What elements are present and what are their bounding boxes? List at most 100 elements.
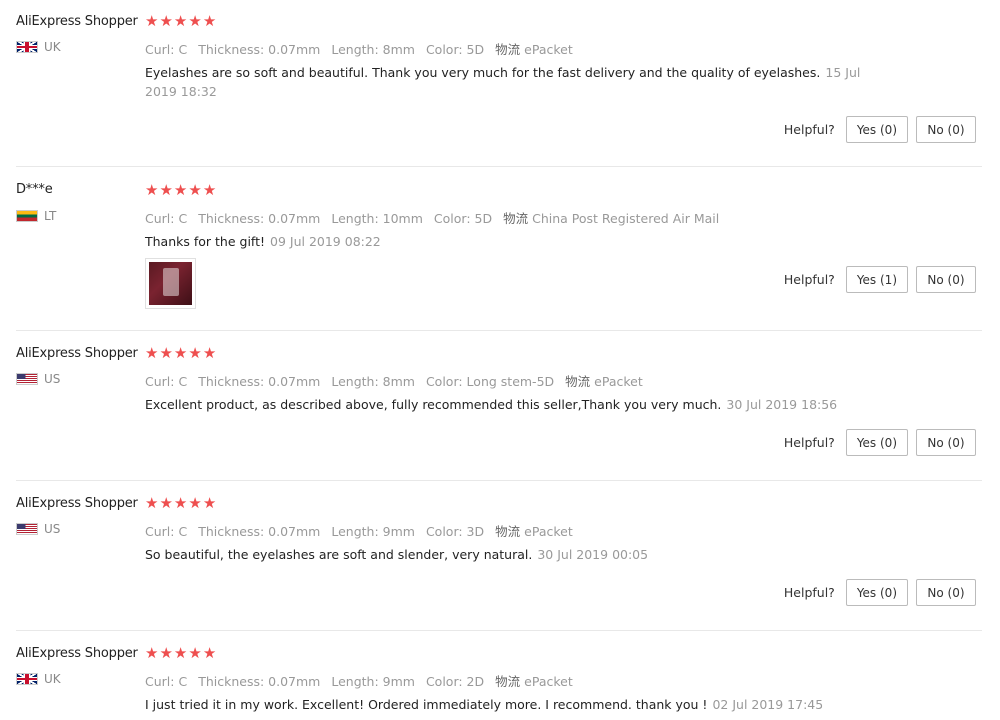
buyer-name: AliExpress Shopper xyxy=(16,346,138,361)
star-icon: ★ xyxy=(188,644,202,662)
attr-length: Length: 8mm xyxy=(331,374,415,389)
attr-curl: Curl: C xyxy=(145,524,188,539)
attr-color: Color: 2D xyxy=(425,674,485,689)
helpful-yes-button[interactable]: Yes (0) xyxy=(845,429,908,456)
shipping-label: 物流 xyxy=(495,674,521,689)
review-text: So beautiful, the eyelashes are soft and… xyxy=(145,545,885,564)
review-text: Thanks for the gift! 09 Jul 2019 08:22 xyxy=(145,232,885,251)
review-date: 30 Jul 2019 18:56 xyxy=(726,397,838,412)
star-icon: ★ xyxy=(188,494,202,512)
shipping-label: 物流 xyxy=(503,211,529,226)
helpful-label: Helpful? xyxy=(783,122,835,137)
star-icon: ★ xyxy=(145,344,159,362)
review-photo-thumbnail[interactable] xyxy=(145,258,196,309)
attr-thickness: Thickness: 0.07mm xyxy=(198,211,321,226)
product-attributes: Curl: C Thickness: 0.07mm Length: 9mm Color… xyxy=(145,521,584,540)
review-text: Eyelashes are so soft and beautiful. Tha… xyxy=(145,63,885,101)
star-icon: ★ xyxy=(159,181,173,199)
review-body: I just tried it in my work. Excellent! O… xyxy=(145,697,708,712)
divider xyxy=(16,630,982,631)
lt-flag-icon xyxy=(16,210,38,222)
star-icon: ★ xyxy=(159,12,173,30)
divider xyxy=(16,330,982,331)
attr-color: Color: Long stem-5D xyxy=(425,374,555,389)
star-icon: ★ xyxy=(159,344,173,362)
review-body: Excellent product, as described above, f… xyxy=(145,397,722,412)
star-icon: ★ xyxy=(202,494,217,512)
buyer-country: LT xyxy=(16,209,56,223)
star-icon: ★ xyxy=(188,12,202,30)
review-date: 30 Jul 2019 00:05 xyxy=(537,547,649,562)
product-attributes: Curl: C Thickness: 0.07mm Length: 8mm Color… xyxy=(145,39,584,58)
helpful-vote: Helpful? Yes (0) No (0) xyxy=(784,429,976,456)
shipping-label: 物流 xyxy=(565,374,591,389)
star-icon: ★ xyxy=(173,644,188,662)
attr-length: Length: 10mm xyxy=(331,211,423,226)
review-text: I just tried it in my work. Excellent! O… xyxy=(145,695,885,714)
star-icon: ★ xyxy=(173,344,188,362)
attr-length: Length: 9mm xyxy=(331,524,415,539)
star-icon: ★ xyxy=(202,644,217,662)
us-flag-icon xyxy=(16,373,38,385)
star-icon: ★ xyxy=(202,344,217,362)
shipping-label: 物流 xyxy=(495,42,521,57)
shipping-label: 物流 xyxy=(495,524,521,539)
attr-curl: Curl: C xyxy=(145,42,188,57)
star-rating: ★ ★ ★ ★ ★ xyxy=(145,346,216,361)
star-icon: ★ xyxy=(145,181,159,199)
uk-flag-icon xyxy=(16,41,38,53)
attr-thickness: Thickness: 0.07mm xyxy=(198,524,321,539)
star-icon: ★ xyxy=(159,644,173,662)
product-attributes: Curl: C Thickness: 0.07mm Length: 8mm Color… xyxy=(145,371,654,390)
helpful-no-button[interactable]: No (0) xyxy=(916,429,976,456)
helpful-vote: Helpful? Yes (0) No (0) xyxy=(784,116,976,143)
helpful-vote: Helpful? Yes (1) No (0) xyxy=(784,266,976,293)
star-icon: ★ xyxy=(173,494,188,512)
review-body: So beautiful, the eyelashes are soft and… xyxy=(145,547,533,562)
star-icon: ★ xyxy=(173,181,188,199)
review-body: Eyelashes are so soft and beautiful. Tha… xyxy=(145,65,821,80)
divider xyxy=(16,166,982,167)
divider xyxy=(16,480,982,481)
helpful-yes-button[interactable]: Yes (0) xyxy=(845,116,908,143)
star-icon: ★ xyxy=(188,181,202,199)
helpful-no-button[interactable]: No (0) xyxy=(916,579,976,606)
helpful-yes-button[interactable]: Yes (0) xyxy=(845,579,908,606)
review-date: 09 Jul 2019 08:22 xyxy=(270,234,381,249)
star-icon: ★ xyxy=(145,12,159,30)
star-icon: ★ xyxy=(188,344,202,362)
helpful-yes-button[interactable]: Yes (1) xyxy=(845,266,908,293)
attr-curl: Curl: C xyxy=(145,374,188,389)
attr-curl: Curl: C xyxy=(145,674,188,689)
star-rating: ★ ★ ★ ★ ★ xyxy=(145,496,216,511)
attr-color: Color: 3D xyxy=(425,524,485,539)
star-rating: ★ ★ ★ ★ ★ xyxy=(145,14,216,29)
review-date: 02 Jul 2019 17:45 xyxy=(712,697,824,712)
country-code: US xyxy=(44,522,61,536)
attr-thickness: Thickness: 0.07mm xyxy=(198,42,321,57)
helpful-label: Helpful? xyxy=(783,272,835,287)
attr-shipping: ePacket xyxy=(524,674,573,689)
attr-color: Color: 5D xyxy=(433,211,493,226)
helpful-no-button[interactable]: No (0) xyxy=(916,116,976,143)
attr-curl: Curl: C xyxy=(145,211,188,226)
star-icon: ★ xyxy=(202,12,217,30)
us-flag-icon xyxy=(16,523,38,535)
review-photo xyxy=(149,262,192,305)
attr-color: Color: 5D xyxy=(425,42,485,57)
helpful-no-button[interactable]: No (0) xyxy=(916,266,976,293)
attr-length: Length: 8mm xyxy=(331,42,415,57)
helpful-vote: Helpful? Yes (0) No (0) xyxy=(784,579,976,606)
country-code: LT xyxy=(44,209,57,223)
helpful-label: Helpful? xyxy=(783,435,835,450)
star-icon: ★ xyxy=(173,12,188,30)
attr-shipping: ePacket xyxy=(524,524,573,539)
review-text: Excellent product, as described above, f… xyxy=(145,395,885,414)
buyer-name: AliExpress Shopper xyxy=(16,496,138,511)
attr-thickness: Thickness: 0.07mm xyxy=(198,374,321,389)
star-rating: ★ ★ ★ ★ ★ xyxy=(145,646,216,661)
product-attributes: Curl: C Thickness: 0.07mm Length: 10mm Colo… xyxy=(145,208,730,227)
buyer-country: US xyxy=(16,372,60,386)
star-rating: ★ ★ ★ ★ ★ xyxy=(145,183,216,198)
buyer-name: AliExpress Shopper xyxy=(16,14,138,29)
